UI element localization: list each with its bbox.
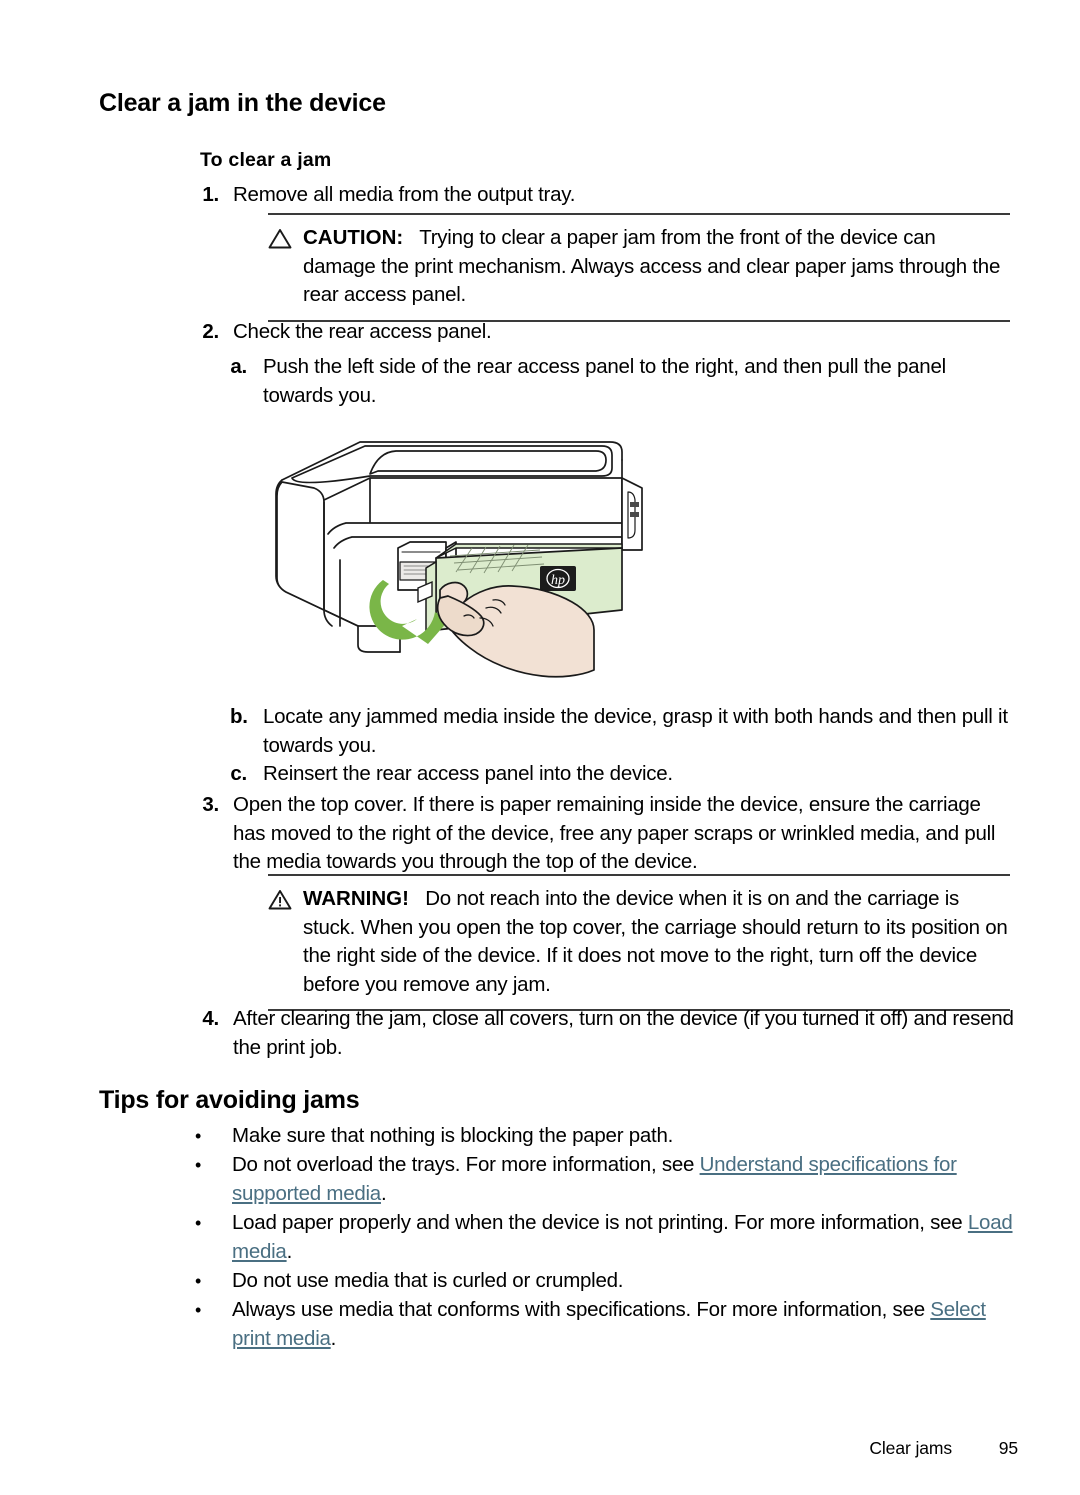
bullet-glyph: • [194,1126,202,1146]
warning-triangle-exclamation-icon [268,885,294,919]
step-4: 4. After clearing the jam, close all cov… [197,1005,1015,1062]
warning-text-wrap: WARNING! Do not reach into the device wh… [303,885,1010,999]
step-1: 1. Remove all media from the output tray… [197,181,1015,210]
bullet-glyph: • [194,1271,202,1291]
document-page: Clear a jam in the device To clear a jam… [0,0,1080,1495]
caution-label: CAUTION: [303,226,404,249]
tip-item-3: • Load paper properly and when the devic… [190,1209,1015,1266]
step-3-marker: 3. [202,793,219,816]
tip-item-5-body: Always use media that conforms with spec… [232,1296,1015,1353]
tip-item-5: • Always use media that conforms with sp… [190,1296,1015,1353]
warning-label: WARNING! [303,887,409,910]
step-3-text: Open the top cover. If there is paper re… [233,793,996,873]
tip-item-4-pre: Do not use media that is curled or crump… [232,1269,624,1292]
footer-page-number: 95 [998,1438,1018,1458]
printer-illustration-svg: hp [275,441,643,678]
tip-item-1-body: Make sure that nothing is blocking the p… [232,1122,1015,1151]
svg-text:hp: hp [551,573,565,588]
step-2: 2. Check the rear access panel. [197,318,1015,347]
tip-item-2-pre: Do not overload the trays. For more info… [232,1153,700,1176]
warning-block: WARNING! Do not reach into the device wh… [268,874,1010,1011]
procedure-title: To clear a jam [200,149,332,171]
bullet-glyph: • [194,1300,202,1320]
tips-heading: Tips for avoiding jams [99,1086,360,1114]
footer-section-label: Clear jams [869,1438,952,1458]
step-2b: b. Locate any jammed media inside the de… [230,703,1015,760]
bullet-glyph: • [194,1213,202,1233]
tip-item-2-post: . [380,1181,387,1205]
hp-logo-badge: hp [540,566,576,591]
warning-triangle-icon [268,224,294,258]
tip-item-4-body: Do not use media that is curled or crump… [232,1267,1015,1296]
tip-item-2-body: Do not overload the trays. For more info… [232,1151,1015,1208]
tip-item-4: • Do not use media that is curled or cru… [190,1267,1015,1296]
printer-rear-panel-illustration: hp [250,430,670,680]
step-2c-marker: c. [230,762,247,785]
step-2c-text: Reinsert the rear access panel into the … [263,762,673,785]
step-2b-text: Locate any jammed media inside the devic… [263,705,1008,757]
step-1-marker: 1. [202,183,219,206]
step-4-text: After clearing the jam, close all covers… [233,1007,1014,1059]
page-title: Clear a jam in the device [99,89,386,117]
tip-item-1-pre: Make sure that nothing is blocking the p… [232,1124,674,1147]
caution-block: CAUTION: Trying to clear a paper jam fro… [268,213,1010,322]
bullet-glyph: • [194,1155,202,1175]
step-2-text: Check the rear access panel. [233,320,492,343]
step-2-marker: 2. [202,320,219,343]
step-4-marker: 4. [202,1007,219,1030]
tip-item-2: • Do not overload the trays. For more in… [190,1151,1015,1208]
tip-item-1: • Make sure that nothing is blocking the… [190,1122,1015,1151]
caution-text-wrap: CAUTION: Trying to clear a paper jam fro… [303,224,1010,310]
step-2a: a. Push the left side of the rear access… [230,353,1015,410]
tip-item-3-post: . [286,1239,293,1263]
step-2a-text: Push the left side of the rear access pa… [263,355,946,407]
tip-item-3-pre: Load paper properly and when the device … [232,1211,968,1234]
step-2a-marker: a. [230,355,247,378]
step-1-text: Remove all media from the output tray. [233,183,576,206]
tip-item-5-post: . [330,1326,337,1350]
step-2c: c. Reinsert the rear access panel into t… [230,760,1015,789]
step-2b-marker: b. [230,705,248,728]
caution-body: Trying to clear a paper jam from the fro… [303,226,1001,306]
warning-body: Do not reach into the device when it is … [303,887,1008,996]
tip-item-3-body: Load paper properly and when the device … [232,1209,1015,1266]
step-3: 3. Open the top cover. If there is paper… [197,791,1015,877]
tip-item-5-pre: Always use media that conforms with spec… [232,1298,931,1321]
